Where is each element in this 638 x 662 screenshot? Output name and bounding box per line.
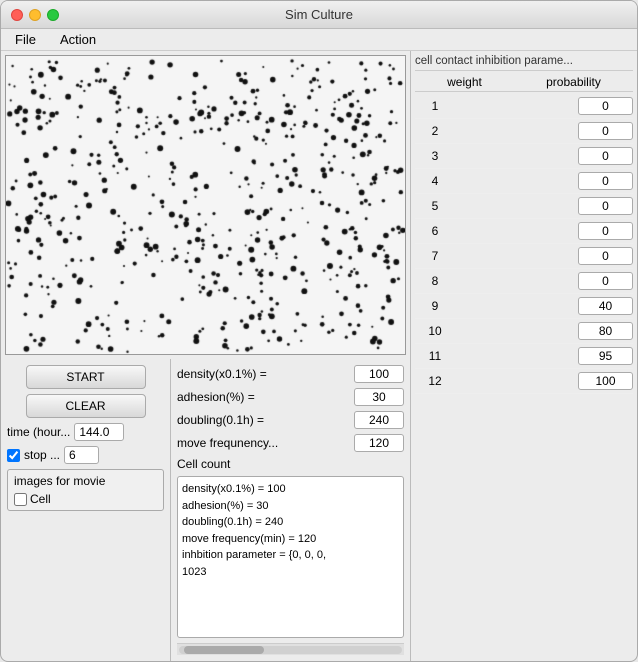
inhibition-columns: weight probability bbox=[415, 73, 633, 92]
right-panel: cell contact inhibition parame... weight… bbox=[411, 51, 637, 661]
main-content: START CLEAR time (hour... stop ... image… bbox=[1, 51, 637, 661]
weight-label: 6 bbox=[415, 224, 455, 238]
scrollbar-track[interactable] bbox=[179, 646, 402, 654]
left-panel: START CLEAR time (hour... stop ... image… bbox=[1, 51, 411, 661]
doubling-row: doubling(0.1h) = bbox=[177, 411, 404, 429]
inhibition-row: 9 bbox=[415, 294, 633, 319]
move-input[interactable] bbox=[354, 434, 404, 452]
time-row: time (hour... bbox=[7, 423, 164, 441]
cell-checkbox[interactable] bbox=[14, 493, 27, 506]
stop-checkbox[interactable] bbox=[7, 449, 20, 462]
weight-label: 4 bbox=[415, 174, 455, 188]
file-menu[interactable]: File bbox=[9, 30, 42, 49]
cell-label: Cell bbox=[30, 492, 51, 506]
weight-label: 1 bbox=[415, 99, 455, 113]
weight-label: 7 bbox=[415, 249, 455, 263]
probability-input[interactable] bbox=[578, 147, 633, 165]
menu-bar: File Action bbox=[1, 29, 637, 51]
time-input[interactable] bbox=[74, 423, 124, 441]
inhibition-header: cell contact inhibition parame... bbox=[415, 55, 633, 71]
close-button[interactable] bbox=[11, 9, 23, 21]
maximize-button[interactable] bbox=[47, 9, 59, 21]
inhibition-row: 1 bbox=[415, 94, 633, 119]
window-title: Sim Culture bbox=[285, 7, 353, 22]
action-menu[interactable]: Action bbox=[54, 30, 102, 49]
inhibition-row: 5 bbox=[415, 194, 633, 219]
weight-label: 11 bbox=[415, 349, 455, 363]
inhibition-row: 4 bbox=[415, 169, 633, 194]
inhibition-row: 8 bbox=[415, 269, 633, 294]
probability-input[interactable] bbox=[578, 222, 633, 240]
doubling-label: doubling(0.1h) = bbox=[177, 413, 354, 427]
move-label: move frequnency... bbox=[177, 436, 354, 450]
title-bar: Sim Culture bbox=[1, 1, 637, 29]
inhibition-row: 3 bbox=[415, 144, 633, 169]
inhibition-row: 7 bbox=[415, 244, 633, 269]
left-controls: START CLEAR time (hour... stop ... image… bbox=[1, 359, 171, 661]
density-row: density(x0.1%) = bbox=[177, 365, 404, 383]
probability-input[interactable] bbox=[578, 297, 633, 315]
cell-count-text: density(x0.1%) = 100 adhesion(%) = 30 do… bbox=[182, 481, 399, 580]
doubling-input[interactable] bbox=[354, 411, 404, 429]
adhesion-input[interactable] bbox=[354, 388, 404, 406]
inhibition-row: 2 bbox=[415, 119, 633, 144]
move-row: move frequnency... bbox=[177, 434, 404, 452]
minimize-button[interactable] bbox=[29, 9, 41, 21]
weight-label: 10 bbox=[415, 324, 455, 338]
adhesion-label: adhesion(%) = bbox=[177, 390, 354, 404]
images-group: images for movie Cell bbox=[7, 469, 164, 511]
inhibition-row: 11 bbox=[415, 344, 633, 369]
scrollbar-thumb[interactable] bbox=[184, 646, 264, 654]
probability-input[interactable] bbox=[578, 247, 633, 265]
weight-col-header: weight bbox=[447, 75, 482, 89]
weight-label: 5 bbox=[415, 199, 455, 213]
weight-label: 12 bbox=[415, 374, 455, 388]
stop-input[interactable] bbox=[64, 446, 99, 464]
stop-row: stop ... bbox=[7, 446, 164, 464]
probability-input[interactable] bbox=[578, 347, 633, 365]
images-label: images for movie bbox=[14, 474, 157, 488]
right-controls: density(x0.1%) = adhesion(%) = doubling(… bbox=[171, 359, 410, 661]
probability-input[interactable] bbox=[578, 172, 633, 190]
weight-label: 9 bbox=[415, 299, 455, 313]
density-input[interactable] bbox=[354, 365, 404, 383]
probability-input[interactable] bbox=[578, 97, 633, 115]
inhibition-row: 6 bbox=[415, 219, 633, 244]
main-window: Sim Culture File Action START CLEAR time… bbox=[0, 0, 638, 662]
probability-col-header: probability bbox=[546, 75, 601, 89]
stop-label: stop ... bbox=[24, 448, 60, 462]
start-button[interactable]: START bbox=[26, 365, 146, 389]
cell-checkbox-row: Cell bbox=[14, 492, 157, 506]
probability-input[interactable] bbox=[578, 122, 633, 140]
inhibition-row: 10 bbox=[415, 319, 633, 344]
density-label: density(x0.1%) = bbox=[177, 367, 354, 381]
controls-area: START CLEAR time (hour... stop ... image… bbox=[1, 359, 410, 661]
traffic-lights bbox=[11, 9, 59, 21]
adhesion-row: adhesion(%) = bbox=[177, 388, 404, 406]
simulation-canvas bbox=[6, 56, 405, 354]
weight-label: 8 bbox=[415, 274, 455, 288]
weight-label: 2 bbox=[415, 124, 455, 138]
clear-button[interactable]: CLEAR bbox=[26, 394, 146, 418]
probability-input[interactable] bbox=[578, 322, 633, 340]
time-label: time (hour... bbox=[7, 425, 70, 439]
inhibition-row: 12 bbox=[415, 369, 633, 394]
simulation-canvas-area bbox=[5, 55, 406, 355]
cell-count-box: density(x0.1%) = 100 adhesion(%) = 30 do… bbox=[177, 476, 404, 638]
probability-input[interactable] bbox=[578, 197, 633, 215]
probability-input[interactable] bbox=[578, 372, 633, 390]
weight-label: 3 bbox=[415, 149, 455, 163]
probability-input[interactable] bbox=[578, 272, 633, 290]
inhibition-rows: 1 2 3 4 5 6 7 8 9 10 bbox=[415, 94, 633, 394]
cell-count-label: Cell count bbox=[177, 457, 404, 471]
scrollbar-area[interactable] bbox=[177, 643, 404, 655]
